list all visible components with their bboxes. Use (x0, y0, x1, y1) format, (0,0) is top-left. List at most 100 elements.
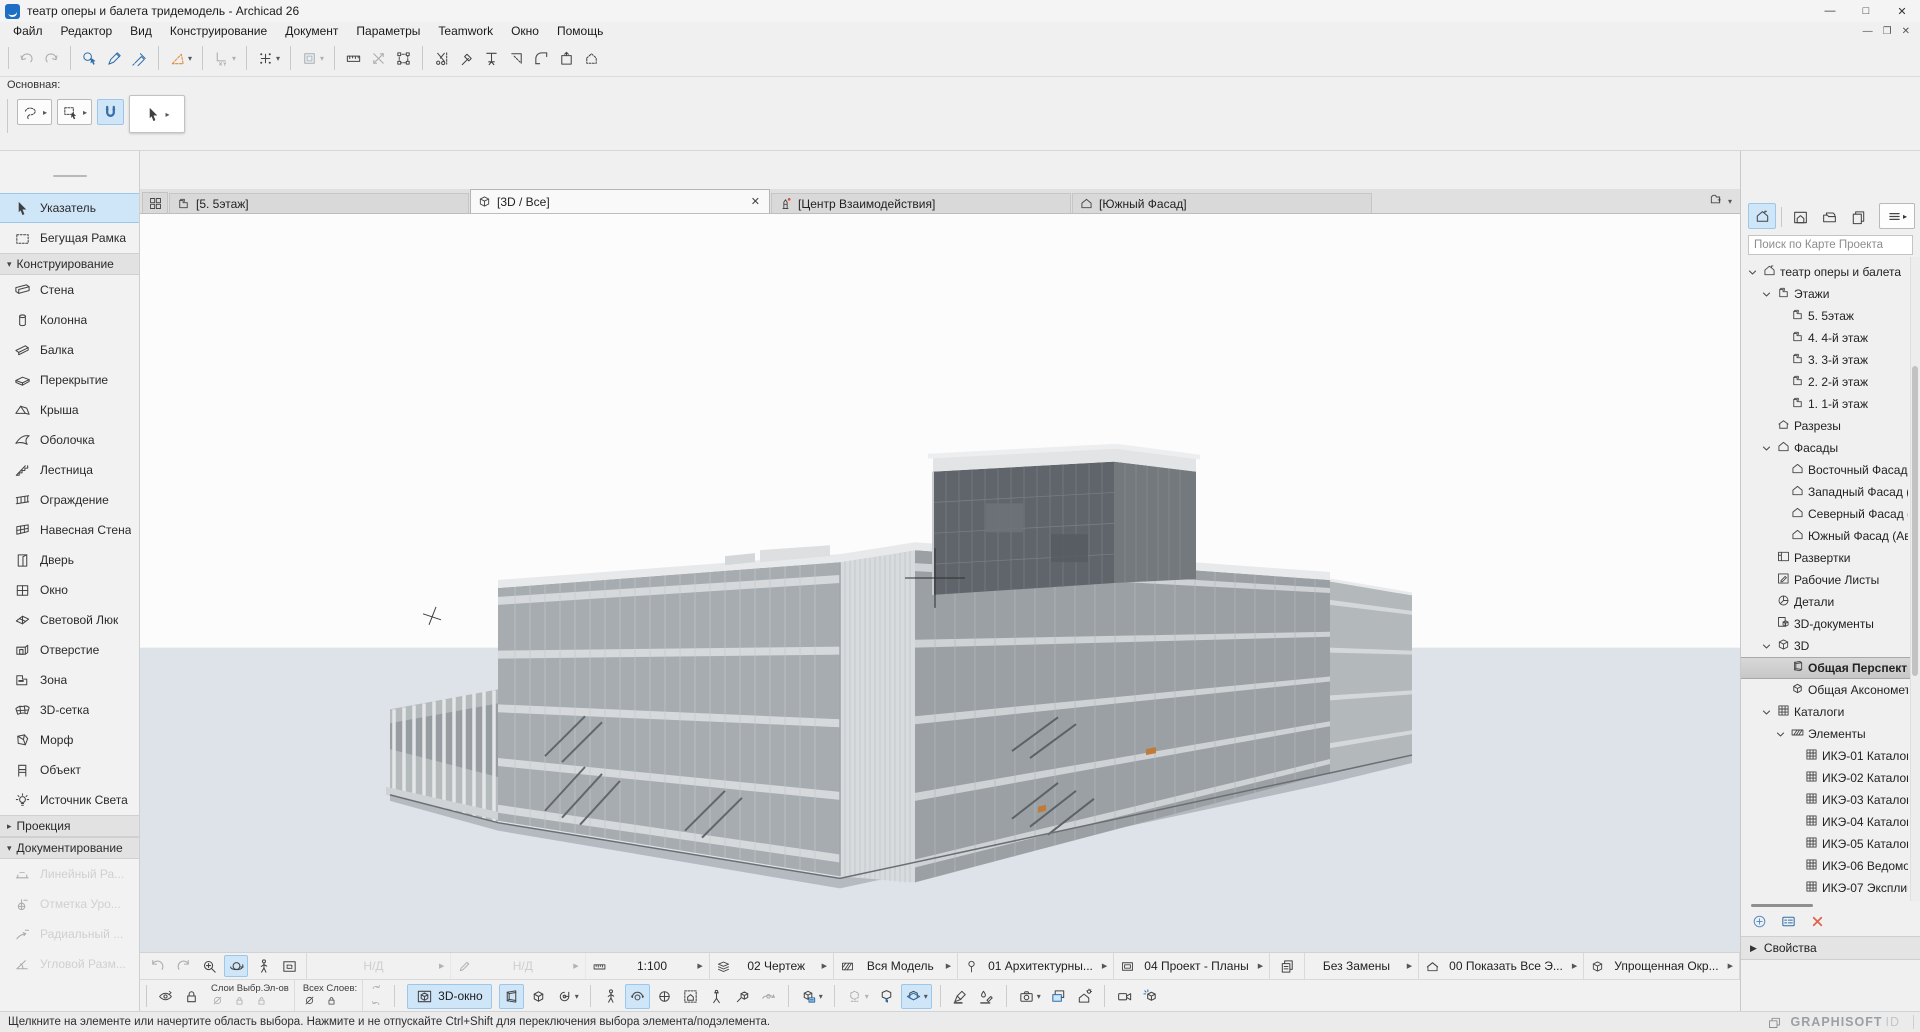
quickbar-combo-11[interactable]: Упрощенная Окр...▶ (1584, 953, 1740, 979)
adjust-button[interactable] (455, 47, 478, 70)
capture-button[interactable] (1047, 985, 1070, 1008)
tree-item-1[interactable]: Этажи (1741, 283, 1920, 305)
tool-dim-level[interactable]: Отметка Уро... (0, 889, 139, 919)
caret-right-icon[interactable]: ▶ (1572, 962, 1577, 970)
lock-cursor-button[interactable] (180, 985, 203, 1008)
tree-item-3[interactable]: 4. 4-й этаж (1741, 327, 1920, 349)
tool-arrow[interactable]: Указатель (0, 193, 139, 223)
tree-item-7[interactable]: Разрезы (1741, 415, 1920, 437)
caret-right-icon[interactable]: ▶ (946, 962, 951, 970)
tree-item-23[interactable]: ИКЭ-02 Каталог В (1741, 767, 1920, 789)
quickbar-combo-1[interactable]: Н/Д▶ (307, 953, 451, 979)
tree-item-9[interactable]: Восточный Фасад ( (1741, 459, 1920, 481)
window-maximize-button[interactable]: □ (1848, 0, 1884, 22)
magnet-button[interactable] (97, 99, 124, 125)
tab-1[interactable]: [3D / Все]✕ (470, 189, 770, 213)
caret-right-icon[interactable]: ▶ (822, 962, 827, 970)
look-around-button[interactable] (625, 984, 650, 1009)
properties-section-header[interactable]: ▶ Свойства (1741, 936, 1920, 960)
tree-item-10[interactable]: Западный Фасад (А (1741, 481, 1920, 503)
menu-item-3[interactable]: Конструирование (161, 23, 276, 39)
tool-zone[interactable]: Зона (0, 665, 139, 695)
layout-book-button[interactable] (1816, 205, 1842, 229)
tree-item-12[interactable]: Южный Фасад (Авт (1741, 525, 1920, 547)
tree-item-16[interactable]: 3D-документы (1741, 613, 1920, 635)
tool-roof[interactable]: Крыша (0, 395, 139, 425)
redo-button[interactable] (40, 47, 63, 70)
quickbar-combo-3[interactable]: 1:100▶ (586, 953, 710, 979)
tool-slab[interactable]: Перекрытие (0, 365, 139, 395)
lasso-button[interactable]: ▸ (17, 99, 52, 125)
lock-button[interactable] (325, 994, 338, 1010)
axonometry-button[interactable] (527, 985, 550, 1008)
tree-item-0[interactable]: театр оперы и балета (1741, 261, 1920, 283)
tab-3[interactable]: [Южный Фасад] (1072, 193, 1372, 213)
caret-down-icon[interactable]: ▾ (188, 54, 192, 63)
origin-xy-button[interactable]: ▾ (210, 47, 239, 70)
caret-down-icon[interactable]: ▾ (1037, 992, 1041, 1001)
map-home-button[interactable] (1748, 203, 1776, 229)
caret-down-icon[interactable]: ▾ (320, 54, 324, 63)
marquee-select-button[interactable]: ▸ (57, 99, 92, 125)
windows-stack-icon[interactable] (1767, 1015, 1782, 1030)
eye-off-button[interactable] (303, 994, 316, 1010)
caret-right-icon[interactable]: ▶ (1258, 962, 1263, 970)
undo-s-button[interactable] (370, 997, 382, 1012)
quickbar-combo-10[interactable]: 00 Показать Все Э...▶ (1419, 953, 1584, 979)
style-cube-button[interactable]: ▾ (797, 985, 826, 1008)
hscrollbar-thumb[interactable] (1751, 904, 1813, 907)
tree-item-4[interactable]: 3. 3-й этаж (1741, 349, 1920, 371)
filter-cube-button[interactable] (875, 985, 898, 1008)
document-restore-button[interactable]: ❐ (1883, 26, 1892, 37)
menu-item-2[interactable]: Вид (121, 23, 161, 39)
tree-expander[interactable] (1773, 729, 1787, 740)
tool-dim-linear[interactable]: Линейный Ра... (0, 859, 139, 889)
tool-window[interactable]: Окно (0, 575, 139, 605)
eye-off-button[interactable] (211, 994, 224, 1010)
menu-item-6[interactable]: Teamwork (429, 23, 502, 39)
caret-right-icon[interactable]: ▶ (439, 962, 444, 970)
fillet-button[interactable] (530, 47, 553, 70)
tool-beam[interactable]: Балка (0, 335, 139, 365)
elem-visibility-button[interactable] (154, 985, 177, 1008)
menu-item-0[interactable]: Файл (4, 23, 52, 39)
tree-item-14[interactable]: Рабочие Листы (1741, 569, 1920, 591)
tool-object[interactable]: Объект (0, 755, 139, 785)
tool-light[interactable]: Источник Света (0, 785, 139, 815)
quickbar-combo-2[interactable]: Н/Д▶ (451, 953, 585, 979)
zoom-in-button[interactable] (198, 956, 220, 976)
measure-button[interactable] (342, 47, 365, 70)
menu-item-8[interactable]: Помощь (548, 23, 612, 39)
look-to-button[interactable] (653, 985, 676, 1008)
tree-item-28[interactable]: ИКЭ-07 Эксплика (1741, 877, 1920, 899)
scrollbar-thumb[interactable] (1912, 366, 1918, 675)
nav-forward-button[interactable] (172, 956, 194, 976)
tree-item-19[interactable]: Общая Аксономет (1741, 679, 1920, 701)
trim-button[interactable] (505, 47, 528, 70)
orbit-button[interactable] (224, 955, 248, 977)
caret-down-icon[interactable]: ▾ (232, 54, 236, 63)
tree-item-25[interactable]: ИКЭ-04 Каталог С (1741, 811, 1920, 833)
settings-panel-button[interactable] (1780, 913, 1797, 933)
caret-down-icon[interactable]: ▾ (276, 54, 280, 63)
split-button[interactable] (430, 47, 453, 70)
caret-right-icon[interactable]: ▶ (697, 962, 702, 970)
menu-item-1[interactable]: Редактор (52, 23, 122, 39)
tree-item-6[interactable]: 1. 1-й этаж (1741, 393, 1920, 415)
menu-item-4[interactable]: Документ (276, 23, 347, 39)
caret-down-icon[interactable]: ▾ (1728, 197, 1732, 206)
tree-item-2[interactable]: 5. 5этаж (1741, 305, 1920, 327)
add-button[interactable] (1751, 913, 1768, 933)
tree-item-18[interactable]: Общая Перспекти (1741, 657, 1920, 679)
tree-vertical-scrollbar[interactable] (1910, 257, 1920, 901)
document-minimize-button[interactable]: — (1863, 26, 1873, 37)
tree-item-26[interactable]: ИКЭ-05 Каталог С (1741, 833, 1920, 855)
quickbar-combo-4[interactable]: 02 Чертеж▶ (710, 953, 834, 979)
orbit-view-button[interactable]: ▾ (553, 985, 582, 1008)
pickup-parameters-button[interactable] (103, 47, 126, 70)
fit-window-button[interactable] (278, 956, 300, 976)
redo-s-button[interactable] (370, 981, 382, 996)
window-close-button[interactable]: ✕ (1884, 0, 1920, 22)
tool-skylight[interactable]: Световой Люк (0, 605, 139, 635)
tool-curtain-wall[interactable]: Навесная Стена (0, 515, 139, 545)
